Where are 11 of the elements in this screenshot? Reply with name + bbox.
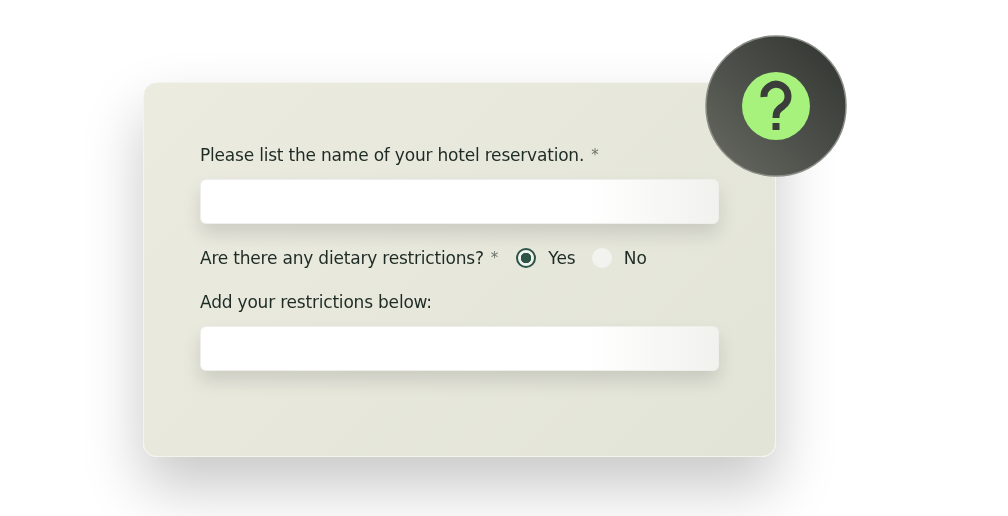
option-label[interactable]: No	[623, 248, 647, 268]
question-label: Add your restrictions below:	[200, 292, 432, 312]
input-field[interactable]	[200, 179, 719, 224]
option-label[interactable]: Yes	[548, 248, 576, 268]
question-label: Are there any dietary restrictions?	[200, 248, 484, 268]
radio-button[interactable]	[516, 248, 537, 268]
required-mark: *	[490, 249, 499, 267]
question-label: Please list the name of your hotel reservation.	[200, 145, 585, 165]
help-icon[interactable]	[705, 35, 847, 177]
input-field[interactable]	[200, 326, 719, 371]
required-mark: *	[591, 146, 599, 164]
